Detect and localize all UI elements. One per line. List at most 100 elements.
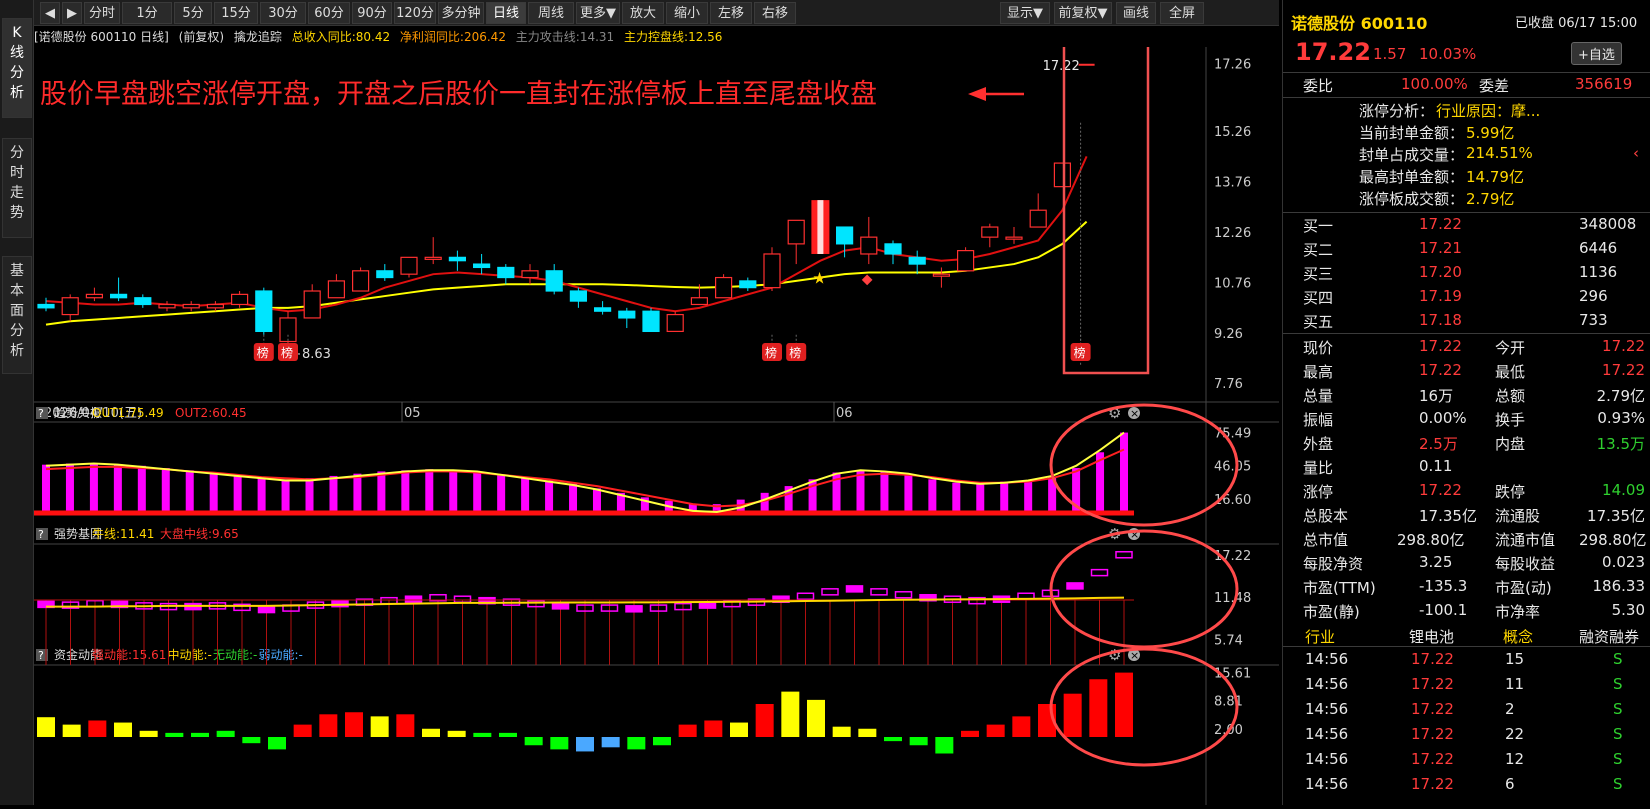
bang-text: 榜 xyxy=(257,345,269,360)
tb-btn-12[interactable]: 放大 xyxy=(622,2,664,24)
candle-body xyxy=(448,256,466,262)
low-label: 8.63 xyxy=(302,347,331,362)
candle-body xyxy=(1029,209,1047,228)
osc-bar xyxy=(257,477,266,512)
tick-side: S xyxy=(1613,700,1623,718)
tb-btn-4[interactable]: 30分 xyxy=(260,2,306,24)
chart-title: [诺德股份 600110 日线] xyxy=(34,30,169,44)
tb-btn-3[interactable]: 15分 xyxy=(214,2,258,24)
tb-btn-8[interactable]: 多分钟 xyxy=(438,2,484,24)
tick-side: S xyxy=(1613,750,1623,768)
candle-body xyxy=(327,280,345,299)
tag-3: 融资融券 xyxy=(1579,628,1640,646)
tb-btn-10[interactable]: 周线 xyxy=(528,2,574,24)
tb-btn-5[interactable]: 60分 xyxy=(308,2,350,24)
bid-label: 买五 xyxy=(1303,313,1334,331)
gene-box xyxy=(551,602,570,610)
watchlist-button[interactable]: +自选 xyxy=(1571,42,1622,65)
candle-body xyxy=(642,310,660,333)
stat-label: 流通股 xyxy=(1495,507,1541,525)
tb-right-0[interactable]: 显示▼ xyxy=(1000,2,1050,24)
tab-kline[interactable]: K线分析 xyxy=(2,18,32,118)
tab-intraday[interactable]: 分时走势 xyxy=(2,138,32,238)
tb-btn-15[interactable]: 右移 xyxy=(754,2,796,24)
price-tick: 10.76 xyxy=(1214,276,1251,291)
candle-body xyxy=(763,253,781,289)
close-mark: × xyxy=(1130,407,1139,420)
tb-btn-0[interactable]: 分时 xyxy=(84,2,120,24)
candle-body xyxy=(376,270,394,279)
help-mark: ? xyxy=(38,528,44,541)
tb-btn-2[interactable]: 5分 xyxy=(174,2,212,24)
bang-text: 榜 xyxy=(281,345,293,360)
tick-price: 17.22 xyxy=(1411,775,1454,793)
stat-label: 量比 xyxy=(1303,459,1334,477)
candle-body xyxy=(981,226,999,238)
tb-btn-6[interactable]: 90分 xyxy=(352,2,392,24)
tb-btn-9[interactable]: 日线 xyxy=(486,2,526,24)
stat-value: 0.00% xyxy=(1419,409,1467,427)
limit-up-highlight xyxy=(817,200,824,254)
chart-area[interactable]: 17.26 15.26 13.76 12.26 10.76 9.26 7.76 ★ ◆ 8.63 1… xyxy=(34,43,1279,809)
tb-btn-1[interactable]: 1分 xyxy=(122,2,172,24)
price-tick: 7.76 xyxy=(1214,377,1243,392)
tick-volume: 15 xyxy=(1505,650,1525,668)
money-bar xyxy=(858,728,877,737)
osc-bar xyxy=(377,471,386,512)
left-nav: K线分析 分时走势 基本面分析 xyxy=(0,0,34,805)
stat-label: 最低 xyxy=(1495,363,1526,381)
money-bar xyxy=(165,732,184,737)
osc-bar xyxy=(1024,480,1033,512)
stat-label: 换手 xyxy=(1495,411,1526,429)
rev-growth: 总收入同比:80.42 xyxy=(291,30,391,44)
tb-right-1[interactable]: 前复权▼ xyxy=(1054,2,1112,24)
divider xyxy=(1283,212,1650,213)
osc-bar xyxy=(928,479,937,512)
stat-value: -100.1 xyxy=(1419,601,1468,619)
tb-btn-13[interactable]: 缩小 xyxy=(666,2,708,24)
osc-bar xyxy=(281,479,290,512)
stat-label: 总量 xyxy=(1303,387,1334,405)
osc-bar xyxy=(161,468,170,512)
money-bar xyxy=(447,730,466,737)
tb-btn-7[interactable]: 120分 xyxy=(394,2,436,24)
limit-up-value: 5.99亿 xyxy=(1466,124,1515,142)
osc-bar xyxy=(137,465,146,512)
tb-right-2[interactable]: 画线 xyxy=(1116,2,1156,24)
stat-label: 总股本 xyxy=(1303,507,1349,525)
limit-up-value: 214.51% xyxy=(1466,144,1533,162)
indicator-name[interactable]: 擒龙追踪 xyxy=(234,30,282,44)
bang-text: 榜 xyxy=(789,345,801,360)
stat-label: 市净率 xyxy=(1495,603,1541,621)
attack-line: 主力攻击线:14.31 xyxy=(515,30,615,44)
money-bar xyxy=(62,724,81,737)
current-price: 17.22 xyxy=(1295,38,1371,66)
collapse-icon[interactable]: ‹ xyxy=(1633,144,1639,162)
ma-red-line xyxy=(45,155,1088,313)
tick-side: S xyxy=(1613,675,1623,693)
osc-bar xyxy=(976,482,985,512)
tag-0: 行业 xyxy=(1305,628,1336,646)
nav-forward-icon[interactable]: ▶ xyxy=(62,2,82,24)
tb-btn-11[interactable]: 更多▼ xyxy=(576,2,620,24)
stat-value: 17.22 xyxy=(1419,481,1462,499)
gene-box xyxy=(404,595,423,603)
money-bar xyxy=(396,714,415,737)
gene-box xyxy=(1066,582,1084,590)
bid-volume: 6446 xyxy=(1579,239,1618,257)
money-bar xyxy=(730,722,748,737)
candle-body xyxy=(61,297,79,316)
candle-body xyxy=(303,290,321,319)
kline-chart[interactable]: 17.26 15.26 13.76 12.26 10.76 9.26 7.76 ★ ◆ 8.63 1… xyxy=(34,43,1279,805)
stat-value: 2.79亿 xyxy=(1596,387,1645,405)
tb-btn-14[interactable]: 左移 xyxy=(710,2,752,24)
stat-label: 每股收益 xyxy=(1495,555,1556,573)
nav-back-icon[interactable]: ◀ xyxy=(40,2,60,24)
stat-label: 跌停 xyxy=(1495,483,1526,501)
date-label: 06 xyxy=(836,406,853,421)
candle-body xyxy=(666,313,684,333)
tb-right-3[interactable]: 全屏 xyxy=(1160,2,1204,24)
limit-up-value: 行业原因：摩... xyxy=(1436,102,1541,120)
money-bar xyxy=(216,730,235,737)
tab-fundamental[interactable]: 基本面分析 xyxy=(2,256,32,374)
